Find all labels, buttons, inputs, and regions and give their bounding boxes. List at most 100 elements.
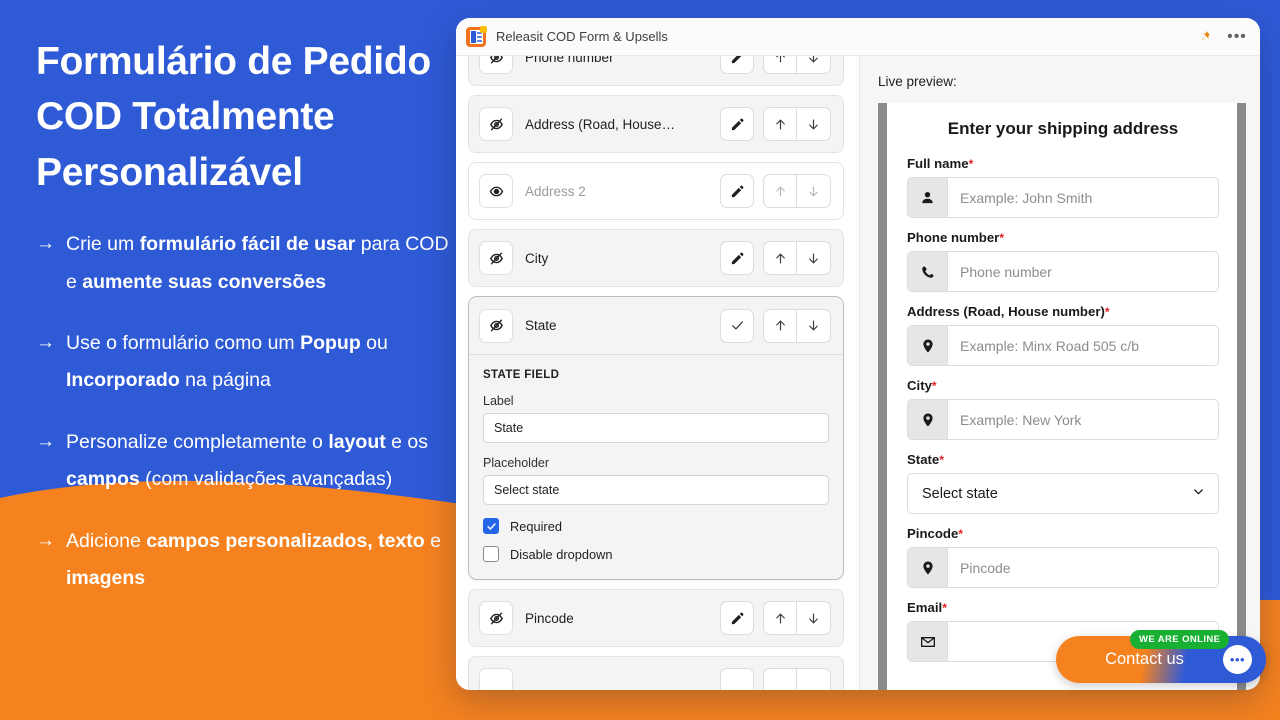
arrow-down-icon[interactable]	[797, 308, 831, 343]
field-row-address-2[interactable]: Address 2	[468, 162, 844, 220]
preview-left-scrollbar[interactable]	[878, 103, 887, 690]
preview-form: Enter your shipping address Full name* E…	[887, 103, 1237, 690]
state-label-caption: Label	[483, 394, 514, 408]
reorder-arrow-group	[763, 668, 831, 690]
arrow-up-icon[interactable]	[763, 107, 797, 141]
pencil-icon[interactable]	[720, 56, 754, 74]
field-row-actions	[720, 668, 831, 690]
check-icon[interactable]	[720, 308, 754, 343]
pushpin-icon[interactable]	[1194, 26, 1216, 48]
arrow-down-icon[interactable]	[797, 56, 831, 74]
pencil-icon[interactable]	[720, 107, 754, 141]
field-row-label: Address (Road, House…	[525, 116, 676, 132]
field-row-pincode[interactable]: Pincode	[468, 589, 844, 647]
preview-label-text: City	[907, 378, 932, 393]
required-asterisk: *	[939, 453, 944, 467]
disable-dropdown-checkbox[interactable]	[483, 546, 499, 562]
arrow-down-icon[interactable]	[797, 601, 831, 635]
location-pin-icon	[908, 548, 948, 587]
arrow-up-icon[interactable]	[763, 601, 797, 635]
arrow-down-icon[interactable]	[797, 668, 831, 690]
field-card-state: State STATE FIELD Label State Placeholde…	[468, 296, 844, 580]
more-options-icon[interactable]: •••	[1226, 26, 1248, 48]
promo-panel: Formulário de Pedido COD Totalmente Pers…	[36, 34, 456, 622]
preview-placeholder: Example: John Smith	[960, 189, 1093, 206]
arrow-down-icon[interactable]	[797, 241, 831, 275]
preview-field-label: Full name*	[907, 156, 1219, 171]
state-label-group: Label State	[483, 394, 829, 443]
field-row-label: Address 2	[525, 183, 586, 199]
pencil-icon[interactable]	[720, 241, 754, 275]
location-pin-icon	[908, 400, 948, 439]
arrow-down-icon[interactable]	[797, 107, 831, 141]
preview-label-text: Full name	[907, 156, 969, 171]
arrow-up-icon[interactable]	[763, 241, 797, 275]
list-item: → Personalize completamente o layout e o…	[36, 424, 456, 499]
bullet-text-1: Use o formulário como um Popup ou Incorp…	[66, 332, 388, 392]
pencil-icon[interactable]	[720, 174, 754, 208]
preview-select-state[interactable]: Select state	[907, 473, 1219, 514]
disable-dropdown-checkbox-row[interactable]: Disable dropdown	[483, 546, 829, 562]
preview-input-city[interactable]: Example: New York	[907, 399, 1219, 440]
eye-off-icon[interactable]	[479, 107, 513, 141]
arrow-right-icon: →	[36, 529, 55, 551]
preview-input-pincode[interactable]: Pincode	[907, 547, 1219, 588]
field-row-actions	[720, 308, 831, 343]
required-checkbox-row[interactable]: Required	[483, 518, 829, 534]
field-row-state[interactable]: State	[469, 297, 843, 355]
state-field-editor: STATE FIELD Label State Placeholder Sele…	[469, 355, 843, 579]
arrow-right-icon: →	[36, 430, 55, 452]
preview-placeholder: Example: New York	[960, 411, 1082, 428]
field-row-label: Phone number	[525, 56, 614, 65]
page-title: Formulário de Pedido COD Totalmente Pers…	[36, 40, 431, 194]
live-preview-card: Enter your shipping address Full name* E…	[878, 103, 1246, 690]
arrow-right-icon: →	[36, 332, 55, 353]
reorder-arrow-group	[763, 174, 831, 208]
phone-icon	[908, 252, 948, 291]
eye-off-icon[interactable]	[479, 601, 513, 635]
pencil-icon[interactable]	[720, 668, 754, 690]
preview-placeholder: Example: Minx Road 505 c/b	[960, 337, 1139, 354]
eye-off-icon[interactable]	[479, 308, 513, 343]
preview-input-address[interactable]: Example: Minx Road 505 c/b	[907, 325, 1219, 366]
required-asterisk: *	[999, 231, 1004, 245]
list-item: → Crie um formulário fácil de usar para …	[36, 226, 456, 301]
eye-off-icon[interactable]	[479, 668, 513, 690]
field-row-phone-number[interactable]: Phone number	[468, 56, 844, 86]
required-checkbox[interactable]	[483, 518, 499, 534]
arrow-down-icon[interactable]	[797, 174, 831, 208]
eye-icon[interactable]	[479, 174, 513, 208]
reorder-arrow-group	[763, 601, 831, 635]
state-label-input[interactable]: State	[483, 413, 829, 443]
window-title: Releasit COD Form & Upsells	[496, 29, 668, 44]
field-row-actions	[720, 241, 831, 275]
pencil-icon[interactable]	[720, 601, 754, 635]
preview-label-text: Address (Road, House number)	[907, 304, 1105, 319]
arrow-up-icon[interactable]	[763, 56, 797, 74]
state-placeholder-caption: Placeholder	[483, 456, 550, 470]
arrow-up-icon[interactable]	[763, 308, 797, 343]
state-placeholder-group: Placeholder Select state	[483, 456, 829, 505]
eye-off-icon[interactable]	[479, 241, 513, 275]
state-placeholder-input[interactable]: Select state	[483, 475, 829, 505]
arrow-up-icon[interactable]	[763, 174, 797, 208]
location-pin-icon	[908, 326, 948, 365]
field-row-city[interactable]: City	[468, 229, 844, 287]
eye-off-icon[interactable]	[479, 56, 513, 74]
preview-field-label: Pincode*	[907, 526, 1219, 541]
form-fields-list[interactable]: Phone number Address (Road, House… Addre…	[456, 56, 856, 690]
field-row-partial[interactable]	[468, 656, 844, 690]
preview-field-phone: Phone number* Phone number	[907, 230, 1219, 292]
person-icon	[908, 178, 948, 217]
preview-label-text: State	[907, 452, 940, 467]
chevron-down-icon	[1191, 484, 1206, 504]
preview-input-phone[interactable]: Phone number	[907, 251, 1219, 292]
preview-field-city: City* Example: New York	[907, 378, 1219, 440]
preview-right-scrollbar[interactable]	[1237, 103, 1246, 690]
arrow-right-icon: →	[36, 233, 55, 255]
state-field-heading: STATE FIELD	[483, 369, 560, 381]
preview-label-text: Phone number	[907, 230, 1000, 245]
arrow-up-icon[interactable]	[763, 668, 797, 690]
preview-input-full-name[interactable]: Example: John Smith	[907, 177, 1219, 218]
field-row-address[interactable]: Address (Road, House…	[468, 95, 844, 153]
